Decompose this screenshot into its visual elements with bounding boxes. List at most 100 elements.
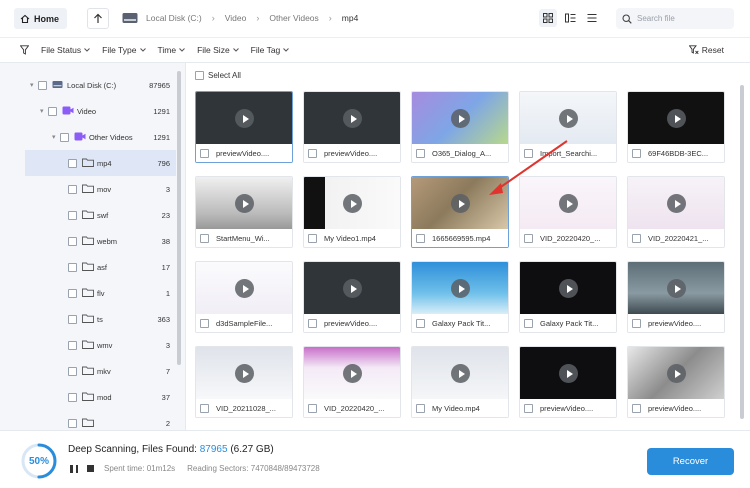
chevron-down-icon[interactable]: ▾: [30, 81, 38, 89]
detail-view-button[interactable]: [561, 9, 579, 27]
chevron-down-icon[interactable]: ▾: [52, 133, 60, 141]
file-card[interactable]: Galaxy Pack Tit...: [411, 261, 509, 333]
file-card[interactable]: previewVideo....: [303, 91, 401, 163]
tree-item[interactable]: mov 3: [0, 176, 176, 202]
video-thumbnail[interactable]: [520, 92, 616, 144]
file-card[interactable]: d3dSampleFile...: [195, 261, 293, 333]
play-icon[interactable]: [667, 109, 686, 128]
filter-time[interactable]: Time: [158, 45, 186, 55]
play-icon[interactable]: [667, 194, 686, 213]
tree-checkbox[interactable]: [68, 236, 77, 246]
play-icon[interactable]: [235, 364, 254, 383]
file-card[interactable]: previewVideo....: [195, 91, 293, 163]
tree-item[interactable]: webm 38: [0, 228, 176, 254]
file-checkbox[interactable]: [416, 149, 425, 158]
file-card[interactable]: My Video1.mp4: [303, 176, 401, 248]
file-card[interactable]: previewVideo....: [303, 261, 401, 333]
tree-checkbox[interactable]: [68, 210, 77, 220]
file-checkbox[interactable]: [416, 404, 425, 413]
tree-item[interactable]: ▾ Local Disk (C:) 87965: [0, 72, 176, 98]
video-thumbnail[interactable]: [304, 177, 400, 229]
pause-button[interactable]: [70, 464, 78, 473]
breadcrumb-item[interactable]: Local Disk (C:): [146, 13, 202, 23]
sidebar-scrollbar[interactable]: [177, 71, 181, 365]
tree-item[interactable]: ▾ Video 1291: [0, 98, 176, 124]
file-checkbox[interactable]: [200, 319, 209, 328]
tree-item[interactable]: 2: [0, 410, 176, 430]
select-all-checkbox[interactable]: [195, 71, 204, 80]
file-checkbox[interactable]: [308, 234, 317, 243]
tree-item[interactable]: wmv 3: [0, 332, 176, 358]
filter-file-size[interactable]: File Size: [197, 45, 239, 55]
file-card[interactable]: 69F46BDB-3EC...: [627, 91, 725, 163]
play-icon[interactable]: [451, 279, 470, 298]
file-card[interactable]: VID_20220421_...: [627, 176, 725, 248]
play-icon[interactable]: [451, 364, 470, 383]
tree-checkbox[interactable]: [48, 106, 57, 116]
tree-checkbox[interactable]: [68, 262, 77, 272]
play-icon[interactable]: [667, 364, 686, 383]
file-card[interactable]: previewVideo....: [627, 261, 725, 333]
filter-file-type[interactable]: File Type: [102, 45, 146, 55]
tree-item[interactable]: mod 37: [0, 384, 176, 410]
breadcrumb-current[interactable]: mp4: [342, 13, 359, 23]
file-checkbox[interactable]: [524, 234, 533, 243]
filter-file-status[interactable]: File Status: [41, 45, 91, 55]
file-checkbox[interactable]: [632, 319, 641, 328]
tree-checkbox[interactable]: [68, 392, 77, 402]
file-card[interactable]: O365_Dialog_A...: [411, 91, 509, 163]
file-card[interactable]: VID_20211028_...: [195, 346, 293, 418]
play-icon[interactable]: [343, 279, 362, 298]
tree-item[interactable]: mkv 7: [0, 358, 176, 384]
play-icon[interactable]: [235, 109, 254, 128]
tree-item[interactable]: ▾ Other Videos 1291: [0, 124, 176, 150]
video-thumbnail[interactable]: [196, 347, 292, 399]
tree-checkbox[interactable]: [68, 314, 77, 324]
file-checkbox[interactable]: [632, 404, 641, 413]
video-thumbnail[interactable]: [628, 177, 724, 229]
file-checkbox[interactable]: [308, 404, 317, 413]
search-box[interactable]: [616, 8, 734, 29]
filter-file-tag[interactable]: File Tag: [251, 45, 290, 55]
play-icon[interactable]: [343, 194, 362, 213]
tree-checkbox[interactable]: [68, 366, 77, 376]
file-card[interactable]: Galaxy Pack Tit...: [519, 261, 617, 333]
tree-checkbox[interactable]: [68, 158, 77, 168]
tree-item[interactable]: swf 23: [0, 202, 176, 228]
video-thumbnail[interactable]: [628, 347, 724, 399]
file-card[interactable]: 1665669595.mp4: [411, 176, 509, 248]
content-scrollbar[interactable]: [740, 85, 744, 419]
file-card[interactable]: VID_20220420_...: [303, 346, 401, 418]
tree-checkbox[interactable]: [68, 288, 77, 298]
file-card[interactable]: Import_Searchi...: [519, 91, 617, 163]
play-icon[interactable]: [343, 364, 362, 383]
video-thumbnail[interactable]: [520, 177, 616, 229]
file-checkbox[interactable]: [200, 149, 209, 158]
file-checkbox[interactable]: [632, 149, 641, 158]
play-icon[interactable]: [451, 109, 470, 128]
tree-checkbox[interactable]: [68, 184, 77, 194]
file-checkbox[interactable]: [200, 234, 209, 243]
search-input[interactable]: [637, 14, 727, 23]
grid-view-button[interactable]: [539, 9, 557, 27]
tree-item[interactable]: flv 1: [0, 280, 176, 306]
play-icon[interactable]: [235, 194, 254, 213]
file-checkbox[interactable]: [416, 319, 425, 328]
tree-item[interactable]: mp4 796: [25, 150, 176, 176]
list-view-button[interactable]: [583, 9, 601, 27]
video-thumbnail[interactable]: [196, 177, 292, 229]
home-button[interactable]: Home: [14, 8, 67, 29]
file-checkbox[interactable]: [416, 234, 425, 243]
file-checkbox[interactable]: [200, 404, 209, 413]
play-icon[interactable]: [559, 279, 578, 298]
stop-button[interactable]: [87, 465, 94, 472]
chevron-down-icon[interactable]: ▾: [40, 107, 48, 115]
video-thumbnail[interactable]: [412, 262, 508, 314]
file-card[interactable]: previewVideo....: [627, 346, 725, 418]
video-thumbnail[interactable]: [304, 347, 400, 399]
file-checkbox[interactable]: [308, 319, 317, 328]
breadcrumb-item[interactable]: Video: [225, 13, 247, 23]
file-checkbox[interactable]: [308, 149, 317, 158]
video-thumbnail[interactable]: [196, 92, 292, 144]
file-card[interactable]: StartMenu_Wi...: [195, 176, 293, 248]
